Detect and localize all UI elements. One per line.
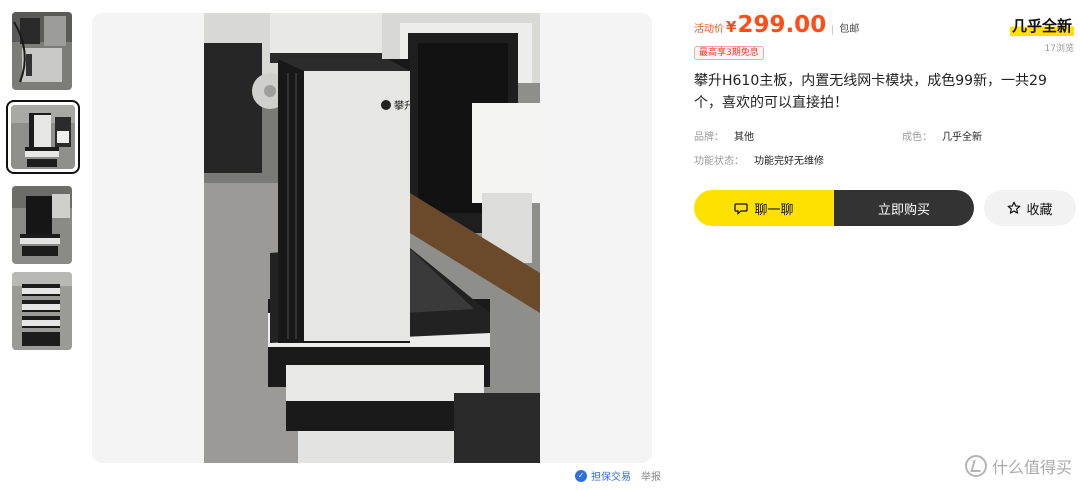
chat-bubble-icon	[734, 203, 749, 215]
thumbnail-2-image	[11, 105, 75, 169]
product-attributes: 品牌： 其他 成色： 几乎全新 功能状态： 功能完好无维修	[694, 128, 1078, 178]
price-label: 活动价	[694, 24, 724, 35]
buy-now-label: 立即购买	[877, 202, 930, 218]
product-description: 攀升H610主板，内置无线网卡模块，成色99新，一共29个，喜欢的可以直接拍！	[694, 73, 1047, 111]
action-buttons: 聊一聊 立即购买 收藏	[694, 190, 1078, 226]
stage-footer: ✓ 担保交易 举报	[575, 468, 661, 483]
thumbnail-4-image	[12, 272, 72, 350]
promo-row: 最高享3期免息 17浏览	[694, 40, 1078, 60]
installment-promo-badge[interactable]: 最高享3期免息	[694, 46, 764, 60]
attribute-brand: 品牌： 其他	[694, 128, 754, 143]
thumbnail-1-image	[12, 12, 72, 90]
guarantee-link[interactable]: ✓ 担保交易	[575, 468, 631, 483]
attribute-function: 功能状态： 功能完好无维修	[694, 152, 824, 167]
product-info-panel: 活动价 ¥ 299.00 包邮 几乎全新 最高享3期免息 17浏览 攀升H610…	[694, 12, 1078, 226]
price-row: 活动价 ¥ 299.00 包邮 几乎全新	[694, 12, 1078, 38]
attribute-condition-value: 几乎全新	[942, 132, 982, 143]
thumbnail-3-image	[12, 186, 72, 264]
report-link[interactable]: 举报	[641, 468, 661, 483]
buy-now-button[interactable]: 立即购买	[834, 190, 974, 226]
chat-button[interactable]: 聊一聊	[694, 190, 834, 226]
star-icon	[1008, 201, 1021, 214]
chat-button-label: 聊一聊	[754, 202, 794, 218]
watermark-logo-icon	[964, 455, 987, 477]
attribute-condition: 成色： 几乎全新	[902, 128, 982, 143]
attribute-condition-key: 成色：	[902, 132, 932, 143]
currency-symbol: ¥	[726, 18, 737, 36]
attribute-function-key: 功能状态：	[694, 156, 744, 167]
main-product-photo: 攀升	[204, 13, 540, 463]
thumbnail-3[interactable]	[12, 186, 72, 264]
case-brand-logo: 攀升	[394, 99, 414, 112]
condition-badge: 几乎全新	[1009, 15, 1074, 36]
shipping-label: 包邮	[832, 25, 859, 35]
thumbnail-1[interactable]	[12, 12, 72, 90]
thumbnail-4[interactable]	[12, 272, 72, 350]
shield-check-icon: ✓	[575, 469, 587, 482]
thumbnail-2-selected[interactable]	[6, 100, 80, 174]
watermark: 什么值得买	[964, 454, 1072, 478]
price-value: 299.00	[737, 12, 827, 38]
guarantee-label: 担保交易	[591, 472, 631, 483]
watermark-text: 什么值得买	[991, 458, 1072, 477]
view-count: 17浏览	[1044, 44, 1074, 54]
attribute-function-value: 功能完好无维修	[754, 156, 824, 167]
favorite-label: 收藏	[1026, 202, 1053, 218]
favorite-button[interactable]: 收藏	[984, 190, 1076, 226]
attribute-brand-key: 品牌：	[694, 132, 724, 143]
attribute-brand-value: 其他	[734, 132, 754, 143]
main-image-viewer[interactable]: 攀升	[92, 13, 652, 463]
